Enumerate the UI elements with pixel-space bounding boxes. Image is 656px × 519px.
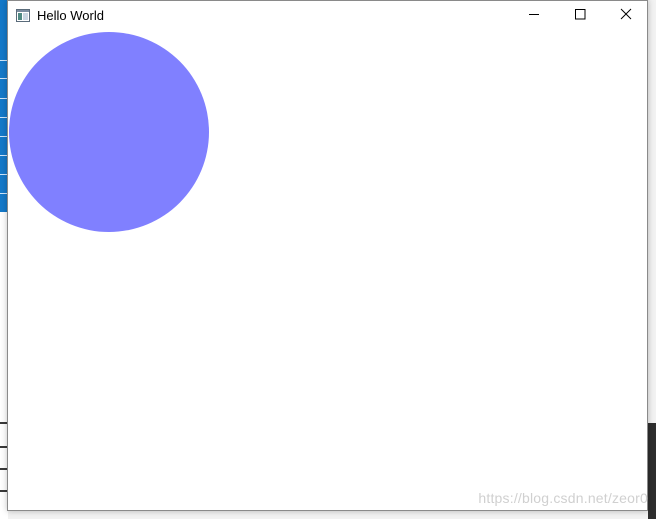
minimize-button[interactable] bbox=[511, 1, 557, 31]
background-dark-panel bbox=[648, 423, 656, 519]
close-button[interactable] bbox=[603, 1, 649, 31]
watermark: https://blog.csdn.net/zeor0 bbox=[478, 490, 648, 506]
title-bar[interactable]: Hello World bbox=[8, 1, 647, 31]
hello-world-window: Hello World bbox=[7, 0, 648, 511]
desktop: Hello World https://blog.csdn.net/zeor0 bbox=[0, 0, 656, 519]
app-window-icon[interactable] bbox=[16, 9, 30, 22]
window-title: Hello World bbox=[37, 8, 104, 23]
maximize-button[interactable] bbox=[557, 1, 603, 31]
minimize-icon bbox=[528, 7, 540, 25]
maximize-icon bbox=[574, 7, 586, 25]
close-icon bbox=[620, 7, 632, 25]
drawing-surface bbox=[9, 32, 209, 232]
window-canvas[interactable] bbox=[8, 31, 647, 510]
blue-circle bbox=[9, 32, 209, 232]
